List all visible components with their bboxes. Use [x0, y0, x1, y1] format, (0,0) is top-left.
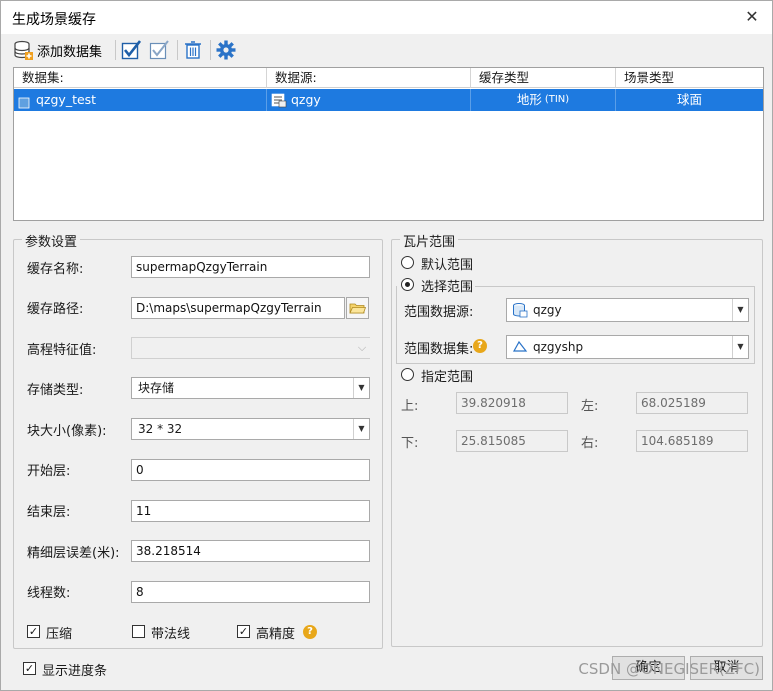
block-size-select[interactable]: 32 * 32 ▼ — [131, 418, 370, 440]
range-datasource-select[interactable]: qzgy ▼ — [506, 298, 749, 322]
trash-icon — [185, 41, 201, 59]
compress-checkbox[interactable]: ✓ — [27, 625, 40, 638]
left-input[interactable] — [636, 392, 748, 414]
dropdown-arrow-icon: ▼ — [732, 336, 748, 358]
default-range-radio[interactable] — [401, 256, 414, 269]
tile-range-legend: 瓦片范围 — [400, 231, 459, 250]
end-level-input[interactable] — [131, 500, 370, 522]
cache-type-value: 地形 — [516, 92, 542, 107]
datasource-name: qzgy — [291, 92, 321, 107]
right-label: 右: — [581, 436, 599, 451]
elevation-select[interactable]: ⌵ — [131, 337, 370, 359]
checkbox-checked-icon — [121, 40, 141, 60]
storage-type-select[interactable]: 块存储 ▼ — [131, 377, 370, 399]
fine-error-label: 精细层误差(米): — [27, 546, 120, 561]
dropdown-arrow-icon: ▼ — [732, 299, 748, 321]
toolbar-separator — [177, 40, 178, 60]
watermark: CSDN @ONEGISER(ZFC) — [578, 660, 760, 678]
datasource-icon — [271, 92, 287, 108]
range-datasource-value: qzgy — [533, 303, 562, 317]
chevron-down-icon: ⌵ — [357, 341, 367, 354]
select-all-button[interactable] — [121, 38, 141, 62]
cache-path-input[interactable] — [131, 297, 345, 319]
dataset-icon — [18, 94, 30, 109]
start-level-input[interactable] — [131, 459, 370, 481]
toolbar-separator — [210, 40, 211, 60]
column-header-cache-type[interactable]: 缓存类型 — [471, 68, 616, 88]
dropdown-arrow-icon: ▼ — [353, 378, 369, 398]
checkbox-outline-icon — [149, 40, 169, 60]
storage-type-value: 块存储 — [138, 381, 175, 395]
toolbar-separator — [115, 40, 116, 60]
normal-checkbox[interactable] — [132, 625, 145, 638]
add-dataset-button[interactable]: 添加数据集 — [13, 38, 102, 62]
help-icon[interactable]: ? — [303, 625, 317, 639]
dataset-name: qzgy_test — [36, 92, 97, 107]
elevation-label: 高程特征值: — [27, 343, 97, 358]
invert-select-button[interactable] — [149, 38, 169, 62]
cache-type-suffix: (TIN) — [544, 94, 570, 105]
right-input[interactable] — [636, 430, 748, 452]
start-level-label: 开始层: — [27, 464, 71, 479]
high-precision-checkbox[interactable]: ✓ — [237, 625, 250, 638]
range-dataset-value: qzgyshp — [533, 340, 584, 354]
default-range-label: 默认范围 — [421, 258, 474, 273]
region-dataset-icon — [512, 339, 528, 362]
folder-open-icon — [349, 303, 367, 314]
close-button[interactable]: ✕ — [742, 7, 762, 27]
gear-icon — [216, 40, 236, 60]
select-range-box-top — [475, 286, 755, 287]
toolbar: 添加数据集 — [1, 34, 772, 66]
dialog-title: 生成场景缓存 — [12, 12, 96, 28]
cache-name-input[interactable] — [131, 256, 370, 278]
cache-path-label: 缓存路径: — [27, 302, 84, 317]
range-datasource-label: 范围数据源: — [404, 305, 474, 320]
cell-datasource[interactable]: qzgy — [267, 89, 471, 111]
block-size-value: 32 * 32 — [138, 422, 183, 436]
threads-label: 线程数: — [27, 586, 71, 601]
show-progress-label: 显示进度条 — [42, 664, 108, 679]
left-label: 左: — [581, 399, 599, 414]
dataset-grid: 数据集: 数据源: 缓存类型 场景类型 qzgy_test qzgy 地形 (T… — [13, 67, 764, 221]
delete-button[interactable] — [183, 38, 203, 62]
column-header-datasource[interactable]: 数据源: — [267, 68, 471, 88]
column-header-dataset[interactable]: 数据集: — [14, 68, 267, 88]
settings-button[interactable] — [216, 38, 236, 62]
column-header-scene-type[interactable]: 场景类型 — [616, 68, 763, 88]
top-label: 上: — [401, 399, 419, 414]
fine-error-input[interactable] — [131, 540, 370, 562]
params-legend: 参数设置 — [22, 231, 81, 250]
storage-type-label: 存储类型: — [27, 383, 84, 398]
specify-range-radio[interactable] — [401, 368, 414, 381]
grid-header: 数据集: 数据源: 缓存类型 场景类型 — [14, 68, 763, 88]
cell-cache-type[interactable]: 地形 (TIN) — [471, 89, 616, 111]
range-dataset-label: 范围数据集: — [404, 342, 474, 357]
range-dataset-select[interactable]: qzgyshp ▼ — [506, 335, 749, 359]
cell-dataset[interactable]: qzgy_test — [14, 89, 267, 111]
show-progress-checkbox[interactable]: ✓ — [23, 662, 36, 675]
normal-label: 带法线 — [151, 627, 191, 642]
cache-name-label: 缓存名称: — [27, 262, 84, 277]
end-level-label: 结束层: — [27, 505, 71, 520]
dropdown-arrow-icon: ▼ — [353, 419, 369, 439]
add-dataset-label: 添加数据集 — [37, 44, 103, 60]
scene-type-value: 球面 — [676, 92, 702, 107]
database-icon — [512, 302, 528, 325]
high-precision-label: 高精度 — [256, 627, 296, 642]
top-input[interactable] — [456, 392, 568, 414]
scene-cache-dialog: 生成场景缓存 ✕ 添加数据集 数据集: 数据源: 缓存类型 场景类型 qzgy_… — [0, 0, 773, 691]
threads-input[interactable] — [131, 581, 370, 603]
bottom-input[interactable] — [456, 430, 568, 452]
block-size-label: 块大小(像素): — [27, 424, 107, 439]
cell-scene-type[interactable]: 球面 — [616, 89, 763, 111]
database-add-icon — [14, 40, 33, 60]
browse-folder-button[interactable] — [346, 297, 369, 319]
help-icon[interactable]: ? — [473, 339, 487, 353]
table-row[interactable]: qzgy_test qzgy 地形 (TIN) 球面 — [14, 89, 763, 111]
bottom-label: 下: — [401, 436, 419, 451]
specify-range-label: 指定范围 — [421, 370, 474, 385]
compress-label: 压缩 — [46, 627, 73, 642]
title-bar: 生成场景缓存 ✕ — [1, 1, 772, 34]
